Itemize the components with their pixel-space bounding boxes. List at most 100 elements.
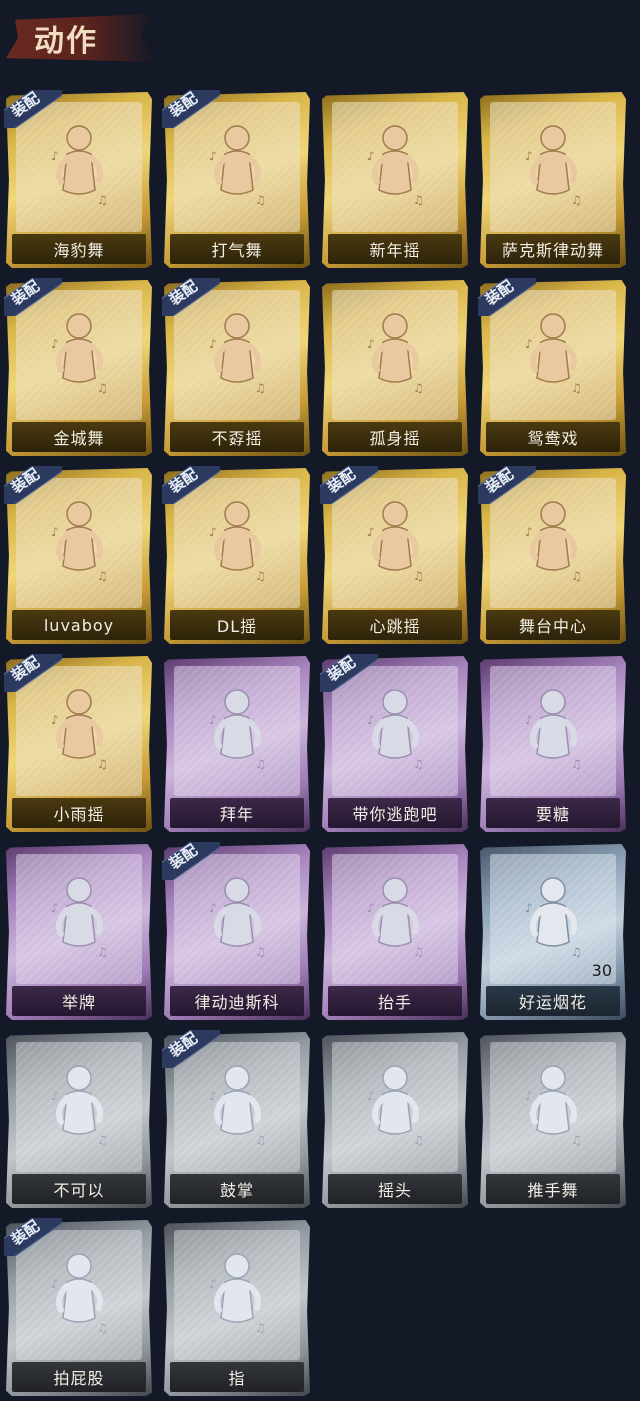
- emote-name: 金城舞: [53, 429, 105, 448]
- card-label-bar: 心跳摇: [328, 610, 462, 640]
- firework-icon: ♪ ♫: [523, 872, 583, 972]
- emote-card[interactable]: ♪ ♫ 30 好运烟花: [480, 844, 626, 1020]
- push-hand-dance-pose-icon: ♪ ♫: [523, 1060, 583, 1160]
- svg-text:♫: ♫: [571, 381, 582, 395]
- groove-disco-pose-icon: ♪ ♫: [207, 872, 267, 972]
- sax-groove-pose-icon: ♪ ♫: [523, 120, 583, 220]
- emote-card[interactable]: ♪ ♫ 萨克斯律动舞: [480, 92, 626, 268]
- svg-text:♪: ♪: [525, 149, 533, 163]
- emote-card[interactable]: ♪ ♫ 不孬摇 装配: [162, 278, 310, 456]
- emote-card[interactable]: ♪ ♫ 要糖: [480, 656, 626, 832]
- emote-card[interactable]: ♪ ♫ 指: [164, 1220, 310, 1396]
- card-label-bar: 好运烟花: [486, 986, 620, 1016]
- card-label-bar: 指: [170, 1362, 304, 1392]
- center-stage-pose-icon: ♪ ♫: [523, 496, 583, 596]
- emote-name: 鼓掌: [219, 1181, 254, 1200]
- svg-text:♪: ♪: [51, 713, 59, 727]
- equipped-badge: 装配: [162, 90, 220, 128]
- svg-text:♪: ♪: [51, 901, 59, 915]
- svg-text:♫: ♫: [571, 757, 582, 771]
- emote-name: 带你逃跑吧: [352, 805, 438, 824]
- equipped-badge: 装配: [162, 278, 220, 316]
- emote-name: 萨克斯律动舞: [501, 241, 604, 260]
- svg-text:♫: ♫: [413, 193, 424, 207]
- emote-name: 抬手: [377, 993, 412, 1012]
- card-label-bar: 要糖: [486, 798, 620, 828]
- emote-card[interactable]: ♪ ♫ 打气舞 装配: [162, 90, 310, 268]
- card-label-bar: 孤身摇: [328, 422, 462, 452]
- equipped-badge: 装配: [478, 278, 536, 316]
- emote-name: 不可以: [53, 1181, 105, 1200]
- equipped-badge: 装配: [4, 466, 62, 504]
- emote-name: DL摇: [216, 617, 258, 636]
- luvaboy-pose-icon: ♪ ♫: [49, 496, 109, 596]
- emote-name: 好运烟花: [518, 993, 587, 1012]
- shake-head-pose-icon: ♪ ♫: [365, 1060, 425, 1160]
- equipped-badge: 装配: [4, 90, 62, 128]
- svg-text:♫: ♫: [97, 1321, 108, 1335]
- new-year-greeting-pose-icon: ♪ ♫: [207, 684, 267, 784]
- emote-card[interactable]: ♪ ♫ 海豹舞 装配: [4, 90, 152, 268]
- svg-text:♪: ♪: [209, 337, 217, 351]
- emote-name: 舞台中心: [518, 617, 587, 636]
- emote-card[interactable]: ♪ ♫ 小雨摇 装配: [4, 654, 152, 832]
- emote-card[interactable]: ♪ ♫ 鼓掌 装配: [162, 1030, 310, 1208]
- solo-shake-pose-icon: ♪ ♫: [365, 308, 425, 408]
- emote-card[interactable]: ♪ ♫ DL摇 装配: [162, 466, 310, 644]
- point-finger-icon: ♪ ♫: [207, 1248, 267, 1348]
- emote-card[interactable]: ♪ ♫ 拍屁股 装配: [4, 1218, 152, 1396]
- emote-card[interactable]: ♪ ♫ 舞台中心 装配: [478, 466, 626, 644]
- svg-text:♫: ♫: [255, 757, 266, 771]
- emote-card[interactable]: ♪ ♫ 带你逃跑吧 装配: [320, 654, 468, 832]
- equipped-badge: 装配: [4, 654, 62, 692]
- jincheng-dance-pose-icon: ♪ ♫: [49, 308, 109, 408]
- card-label-bar: 鸳鸯戏: [486, 422, 620, 452]
- emote-card[interactable]: ♪ ♫ 不可以: [6, 1032, 152, 1208]
- svg-text:♫: ♫: [97, 1133, 108, 1147]
- card-label-bar: 新年摇: [328, 234, 462, 264]
- emote-card[interactable]: ♪ ♫ 摇头: [322, 1032, 468, 1208]
- emote-card[interactable]: ♪ ♫ 心跳摇 装配: [320, 466, 468, 644]
- svg-text:♫: ♫: [255, 381, 266, 395]
- emote-card[interactable]: ♪ ♫ 金城舞 装配: [4, 278, 152, 456]
- svg-text:♪: ♪: [209, 1277, 217, 1291]
- svg-text:♪: ♪: [51, 1089, 59, 1103]
- svg-text:♪: ♪: [525, 525, 533, 539]
- card-label-bar: 海豹舞: [12, 234, 146, 264]
- emote-name: 律动迪斯科: [194, 993, 280, 1012]
- emote-card[interactable]: ♪ ♫ 举牌: [6, 844, 152, 1020]
- card-label-bar: 鼓掌: [170, 1174, 304, 1204]
- emote-card[interactable]: ♪ ♫ 抬手: [322, 844, 468, 1020]
- svg-text:♫: ♫: [255, 1133, 266, 1147]
- svg-text:♫: ♫: [571, 569, 582, 583]
- emote-grid: ♪ ♫ 海豹舞 装配 ♪ ♫ 打气舞 装配 ♪ ♫ 新年摇 ♪ ♫ 萨克斯律动舞 ♪ ♫ 金城舞 装配 ♪ ♫ 不孬摇装…: [0, 0, 640, 1401]
- card-label-bar: 舞台中心: [486, 610, 620, 640]
- emote-card[interactable]: ♪ ♫ 孤身摇: [322, 280, 468, 456]
- card-label-bar: 打气舞: [170, 234, 304, 264]
- emote-card[interactable]: ♪ ♫ 律动迪斯科 装配: [162, 842, 310, 1020]
- equipped-badge: 装配: [320, 466, 378, 504]
- svg-text:♪: ♪: [209, 901, 217, 915]
- card-label-bar: 不可以: [12, 1174, 146, 1204]
- emote-card[interactable]: ♪ ♫ luvaboy 装配: [4, 466, 152, 644]
- svg-text:♫: ♫: [97, 193, 108, 207]
- emote-name: 孤身摇: [369, 429, 421, 448]
- svg-text:♫: ♫: [413, 1133, 424, 1147]
- svg-text:♫: ♫: [571, 1133, 582, 1147]
- ask-candy-pose-icon: ♪ ♫: [523, 684, 583, 784]
- emote-collection-page: 动作 ♪ ♫ 海豹舞 装配 ♪ ♫ 打气舞 装配 ♪ ♫ 新年摇 ♪ ♫ 萨克斯律动舞 ♪ ♫ 金城舞 装配 ♪ ♫ 不…: [0, 0, 640, 1401]
- emote-name: 不孬摇: [211, 429, 263, 448]
- equipped-badge: 装配: [162, 842, 220, 880]
- card-label-bar: 萨克斯律动舞: [486, 234, 620, 264]
- svg-text:♫: ♫: [255, 1321, 266, 1335]
- emote-card[interactable]: ♪ ♫ 新年摇: [322, 92, 468, 268]
- emote-card[interactable]: ♪ ♫ 推手舞: [480, 1032, 626, 1208]
- new-year-shake-pose-icon: ♪ ♫: [365, 120, 425, 220]
- run-away-pose-icon: ♪ ♫: [365, 684, 425, 784]
- equipped-badge: 装配: [4, 278, 62, 316]
- emote-card[interactable]: ♪ ♫ 拜年: [164, 656, 310, 832]
- light-rain-shake-pose-icon: ♪ ♫: [49, 684, 109, 784]
- emote-card[interactable]: ♪ ♫ 鸳鸯戏 装配: [478, 278, 626, 456]
- svg-text:♫: ♫: [413, 945, 424, 959]
- emote-name: 新年摇: [369, 241, 421, 260]
